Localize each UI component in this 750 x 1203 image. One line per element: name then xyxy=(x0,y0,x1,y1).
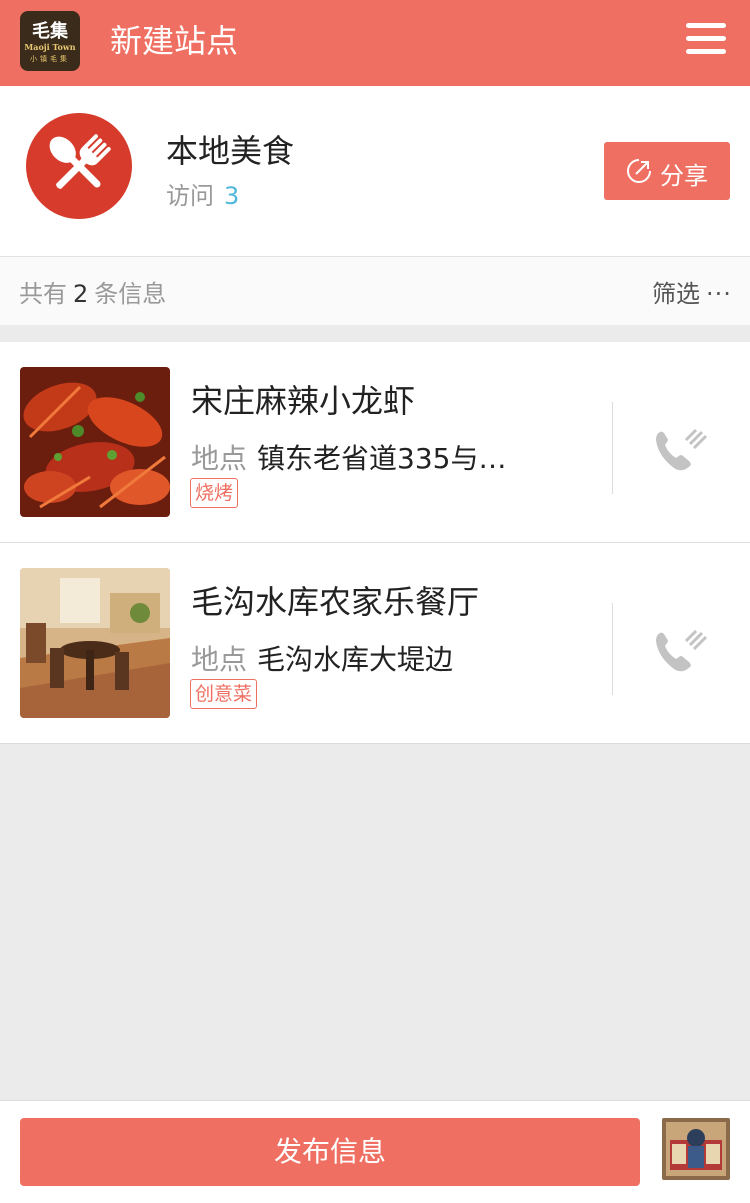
info-count: 共有 2 条信息 xyxy=(19,274,166,309)
category-tag: 烧烤 xyxy=(190,478,239,508)
bottom-bar: 发布信息 xyxy=(0,1100,750,1203)
location-label: 地点 xyxy=(191,643,248,676)
visit-count: 访问 3 xyxy=(166,176,239,211)
category-title: 本地美食 xyxy=(166,132,295,170)
menu-icon[interactable] xyxy=(684,21,728,57)
divider xyxy=(612,603,613,695)
category-tag: 创意菜 xyxy=(190,679,258,709)
share-button[interactable]: 分享 xyxy=(604,142,730,200)
count-suffix: 条信息 xyxy=(94,280,167,308)
count-prefix: 共有 xyxy=(19,280,67,308)
filter-label: 筛选 xyxy=(652,280,700,308)
share-label: 分享 xyxy=(660,162,708,190)
item-location: 地点 镇东老省道335与… xyxy=(191,437,506,477)
phone-icon[interactable] xyxy=(652,426,708,478)
visits-value: 3 xyxy=(224,182,240,210)
publish-button[interactable]: 发布信息 xyxy=(20,1118,640,1186)
logo-subtext: Maoji Town xyxy=(24,42,76,52)
site-logo[interactable]: 毛集 Maoji Town 小镇毛集 xyxy=(20,11,80,71)
share-icon xyxy=(627,159,651,183)
item-title: 宋庄麻辣小龙虾 xyxy=(191,382,416,420)
count-value: 2 xyxy=(73,280,89,308)
location-value: 毛沟水库大堤边 xyxy=(257,643,454,676)
avatar[interactable] xyxy=(662,1118,730,1180)
logo-text: 毛集 xyxy=(32,21,68,42)
page-title: 新建站点 xyxy=(110,22,239,60)
phone-icon[interactable] xyxy=(652,627,708,679)
restaurant-photo xyxy=(20,568,170,718)
item-title: 毛沟水库农家乐餐厅 xyxy=(191,583,480,621)
visits-label: 访问 xyxy=(166,182,214,210)
filter-button[interactable]: 筛选 ··· xyxy=(652,274,732,309)
divider xyxy=(612,402,613,494)
location-label: 地点 xyxy=(191,442,248,475)
header: 毛集 Maoji Town 小镇毛集 新建站点 xyxy=(0,0,750,86)
location-value: 镇东老省道335与… xyxy=(257,442,507,475)
crayfish-photo xyxy=(20,367,170,517)
more-icon: ··· xyxy=(706,280,732,308)
list-item[interactable]: 宋庄麻辣小龙虾 地点 镇东老省道335与… 烧烤 xyxy=(0,342,750,543)
fork-spoon-icon xyxy=(26,113,132,219)
listing: 宋庄麻辣小龙虾 地点 镇东老省道335与… 烧烤 毛沟水库农家乐餐厅 地点 毛沟… xyxy=(0,342,750,744)
filter-bar: 共有 2 条信息 筛选 ··· xyxy=(0,257,750,325)
logo-caption: 小镇毛集 xyxy=(30,55,70,63)
list-item[interactable]: 毛沟水库农家乐餐厅 地点 毛沟水库大堤边 创意菜 xyxy=(0,543,750,744)
item-location: 地点 毛沟水库大堤边 xyxy=(191,638,453,678)
category-header: 本地美食 访问 3 分享 xyxy=(0,86,750,257)
